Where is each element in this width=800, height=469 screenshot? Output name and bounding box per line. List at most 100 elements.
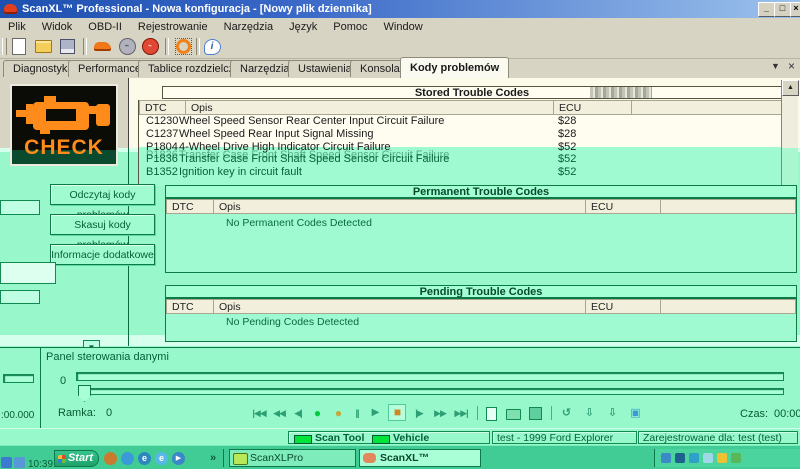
menu-narzedzia[interactable]: Narzędzia — [216, 20, 282, 34]
record-icon[interactable]: ● — [310, 405, 324, 421]
column-dtc[interactable]: DTC — [167, 200, 214, 214]
menu-widok[interactable]: Widok — [34, 20, 81, 34]
import-down-icon[interactable]: ⇩ — [582, 405, 596, 421]
menu-jezyk[interactable]: Język — [281, 20, 325, 34]
quicklaunch-ie2-icon[interactable]: e — [155, 452, 168, 465]
column-extra[interactable] — [661, 300, 796, 314]
volume-muted-icon[interactable] — [689, 453, 699, 463]
battery-icon[interactable] — [675, 453, 685, 463]
play-icon[interactable]: ▶ — [369, 405, 381, 421]
ghost-progress-bar — [3, 374, 34, 383]
download-icon[interactable]: ⇩ — [605, 405, 619, 421]
network-icon[interactable] — [661, 453, 671, 463]
dtc-row[interactable]: C1230 Wheel Speed Sensor Rear Center Inp… — [139, 115, 782, 128]
vehicle-indicator — [372, 435, 390, 444]
display-settings-icon[interactable] — [703, 453, 713, 463]
column-dtc[interactable]: DTC — [140, 101, 186, 115]
stop-icon[interactable]: ■ — [388, 404, 406, 421]
tab-close-icon[interactable]: × — [788, 59, 795, 73]
quicklaunch-ie-icon[interactable]: e — [138, 452, 151, 465]
menu-plik[interactable]: Plik — [0, 20, 34, 34]
snapshot-icon[interactable]: ▣ — [628, 405, 642, 421]
step-forward-icon[interactable]: |▶ — [412, 405, 426, 421]
about-info-icon[interactable]: i — [202, 37, 222, 56]
tab-kody-problemow[interactable]: Kody problemów — [400, 57, 509, 78]
close-button[interactable]: × — [790, 2, 800, 17]
taskbar: 10:39 Start e e ▶ » ScanXLPro ScanXL™ Pr… — [0, 445, 800, 469]
step-back-icon[interactable]: ◀| — [291, 405, 305, 421]
open-log-icon[interactable] — [506, 409, 521, 420]
frame-slider-handle[interactable] — [78, 385, 91, 402]
start-button[interactable]: Start — [54, 450, 99, 467]
column-dtc[interactable]: DTC — [167, 300, 214, 314]
dtc-code: P1836 — [146, 153, 178, 166]
skip-end-icon[interactable]: ▶▶| — [452, 405, 470, 421]
disconnect-icon[interactable]: ⌁ — [140, 37, 160, 56]
quicklaunch-overflow-icon[interactable]: » — [210, 452, 216, 464]
menu-pomoc[interactable]: Pomoc — [325, 20, 375, 34]
quicklaunch-messenger-icon[interactable] — [121, 452, 134, 465]
time-value: 00:00 — [774, 408, 800, 420]
pending-codes-title: Pending Trouble Codes — [165, 285, 797, 298]
connect-icon[interactable]: ⌁ — [117, 37, 137, 56]
frame-slider-track[interactable] — [84, 388, 784, 395]
update-icon[interactable] — [731, 453, 741, 463]
quicklaunch-ball-icon[interactable] — [104, 452, 117, 465]
scroll-up-icon[interactable]: ▲ — [782, 80, 799, 96]
fast-forward-icon[interactable]: ▶▶ — [432, 405, 448, 421]
additional-info-button[interactable]: Informacje dodatkowe — [50, 244, 155, 265]
menu-rejestrowanie[interactable]: Rejestrowanie — [130, 20, 216, 34]
dtc-row[interactable]: B1352 Ignition key in circuit fault $52 — [139, 166, 782, 179]
save-log-icon[interactable] — [529, 407, 542, 420]
dtc-row[interactable]: C1237 Wheel Speed Rear Input Signal Miss… — [139, 128, 782, 141]
ghost-panel: :00.000 — [0, 348, 41, 429]
task-label: ScanXLPro — [250, 452, 303, 464]
transport-separator — [477, 406, 478, 420]
plugin-manager-icon[interactable] — [173, 37, 193, 56]
rewind-icon[interactable]: ◀◀ — [271, 405, 287, 421]
column-ecu[interactable]: ECU — [586, 300, 661, 314]
scanxl-window: ScanXL™ Professional - Nowa konfiguracja… — [0, 0, 800, 469]
column-ecu[interactable]: ECU — [586, 200, 661, 214]
pause-icon[interactable]: || — [351, 405, 363, 421]
column-opis[interactable]: Opis — [214, 300, 586, 314]
column-opis[interactable]: Opis — [214, 200, 586, 214]
new-log-icon[interactable] — [486, 407, 497, 421]
dtc-description: Ignition key in circuit fault — [179, 166, 302, 179]
car-icon — [363, 453, 376, 463]
column-ecu[interactable]: ECU — [554, 101, 632, 115]
minimize-button[interactable]: _ — [758, 2, 775, 17]
tab-dropdown-icon[interactable]: ▼ — [771, 61, 780, 71]
stored-codes-title: Stored Trouble Codes — [162, 86, 782, 99]
undo-icon[interactable]: ↺ — [559, 405, 573, 421]
menu-obd2[interactable]: OBD-II — [80, 20, 130, 34]
column-extra[interactable] — [661, 200, 796, 214]
clear-codes-button[interactable]: Skasuj kody problemów — [50, 214, 155, 235]
column-opis[interactable]: Opis — [186, 101, 554, 115]
dtc-row[interactable]: P1836 Transfer Case Front Shaft Speed Se… — [139, 153, 782, 166]
vehicle-manager-icon[interactable] — [92, 37, 112, 56]
quicklaunch-media-player-icon[interactable]: ▶ — [172, 452, 185, 465]
new-file-icon[interactable] — [9, 37, 29, 56]
restore-button[interactable]: □ — [774, 2, 791, 17]
taskbar-clock: 10:39 — [28, 459, 53, 469]
open-file-icon[interactable] — [33, 37, 53, 56]
stored-codes-scrollbar[interactable]: ▲ — [781, 80, 798, 186]
dtc-ecu: $52 — [558, 166, 576, 179]
skip-start-icon[interactable]: |◀◀ — [250, 405, 268, 421]
task-label: ScanXL™ Professional... — [380, 452, 452, 469]
save-file-icon[interactable] — [57, 37, 77, 56]
progress-track[interactable] — [76, 372, 784, 381]
column-extra[interactable] — [632, 101, 782, 115]
speaker-icon[interactable] — [717, 453, 727, 463]
window-title: ScanXL™ Professional - Nowa konfiguracja… — [22, 3, 372, 15]
dtc-code: C1237 — [146, 128, 178, 141]
menu-window[interactable]: Window — [376, 20, 431, 34]
marker-icon[interactable]: ● — [331, 405, 345, 421]
read-codes-button[interactable]: Odczytaj kody problemów — [50, 184, 155, 205]
vehicle-info-segment: test - 1999 Ford Explorer 4.0L SOHC — [492, 431, 637, 444]
registration-segment: Zarejestrowane dla: test (test) — [638, 431, 798, 444]
check-engine-lamp: CHECK — [10, 84, 118, 166]
task-button-scanxl[interactable]: ScanXL™ Professional... — [359, 449, 481, 467]
task-button-scanxlpro[interactable]: ScanXLPro — [229, 449, 356, 467]
